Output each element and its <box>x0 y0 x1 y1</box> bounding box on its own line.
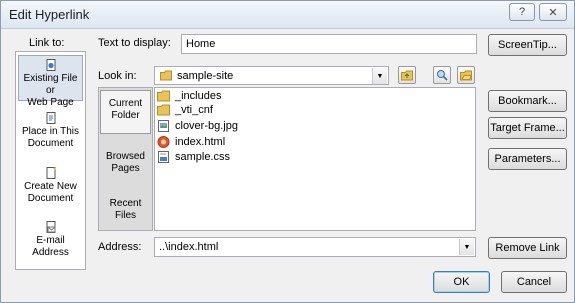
browse-web-button[interactable] <box>433 66 451 84</box>
image-file-icon <box>158 120 169 132</box>
folder-up-icon <box>401 70 413 80</box>
look-in-value: sample-site <box>177 70 234 82</box>
address-combo[interactable]: ..\index.html ▼ <box>154 237 476 257</box>
close-icon: ✕ <box>548 6 558 19</box>
cancel-button[interactable]: Cancel <box>501 271 567 293</box>
screentip-button[interactable]: ScreenTip... <box>488 34 567 56</box>
browse-web-icon <box>437 70 448 81</box>
look-in-label: Look in: <box>98 70 137 82</box>
link-to-panel: Existing File or Web Page Place in This … <box>15 51 86 270</box>
list-item[interactable]: sample.css <box>157 150 230 164</box>
target-frame-button[interactable]: Target Frame... <box>488 117 567 139</box>
help-button[interactable]: ? <box>509 3 535 21</box>
ok-button[interactable]: OK <box>433 271 490 293</box>
help-icon: ? <box>518 6 526 18</box>
text-to-display-label: Text to display: <box>98 37 171 49</box>
title-bar: Edit Hyperlink ? ✕ <box>1 1 574 29</box>
file-web-icon <box>46 59 55 71</box>
parameters-button[interactable]: Parameters... <box>488 148 567 170</box>
current-folder-tab[interactable]: Current Folder <box>100 90 151 134</box>
folder-icon <box>157 90 170 102</box>
look-in-combo[interactable]: sample-site ▼ <box>154 66 389 85</box>
dialog-title: Edit Hyperlink <box>9 7 90 22</box>
close-button[interactable]: ✕ <box>539 3 567 21</box>
open-folder-icon <box>460 70 472 80</box>
address-label: Address: <box>98 241 142 253</box>
list-item[interactable]: _includes <box>157 89 221 103</box>
link-existing-file[interactable]: Existing File or Web Page <box>18 55 83 108</box>
new-document-icon <box>46 167 56 179</box>
link-email-address[interactable]: E-mail Address <box>18 218 83 262</box>
bookmark-button[interactable]: Bookmark... <box>488 90 567 112</box>
list-item[interactable]: clover-bg.jpg <box>157 119 238 133</box>
address-value: ..\index.html <box>159 241 219 253</box>
look-in-sections: Current Folder Browsed Pages Recent File… <box>98 87 153 231</box>
link-place-in-document[interactable]: Place in This Document <box>18 109 83 153</box>
chevron-down-icon[interactable]: ▼ <box>372 68 387 84</box>
email-icon <box>46 221 55 233</box>
recent-files-tab[interactable]: Recent Files <box>100 188 151 228</box>
link-to-label: Link to: <box>29 37 65 49</box>
list-item[interactable]: _vti_cnf <box>157 103 213 117</box>
css-file-icon <box>158 151 169 163</box>
link-create-new-document[interactable]: Create New Document <box>18 164 83 208</box>
folder-icon <box>157 104 170 116</box>
edit-hyperlink-dialog: Edit Hyperlink ? ✕ Link to: Existing Fil… <box>0 0 575 303</box>
place-in-document-icon <box>46 112 55 124</box>
chevron-down-icon[interactable]: ▼ <box>459 239 474 255</box>
browse-file-button[interactable] <box>457 66 475 84</box>
html-file-icon <box>157 136 170 148</box>
file-list: _includes _vti_cnf clover-bg.jpg index.h… <box>154 87 476 231</box>
list-item[interactable]: index.html <box>157 135 225 149</box>
text-to-display-input[interactable]: Home <box>181 34 477 54</box>
folder-icon <box>160 70 172 81</box>
remove-link-button[interactable]: Remove Link <box>488 237 567 259</box>
up-one-folder-button[interactable] <box>398 66 416 84</box>
browsed-pages-tab[interactable]: Browsed Pages <box>100 145 151 185</box>
